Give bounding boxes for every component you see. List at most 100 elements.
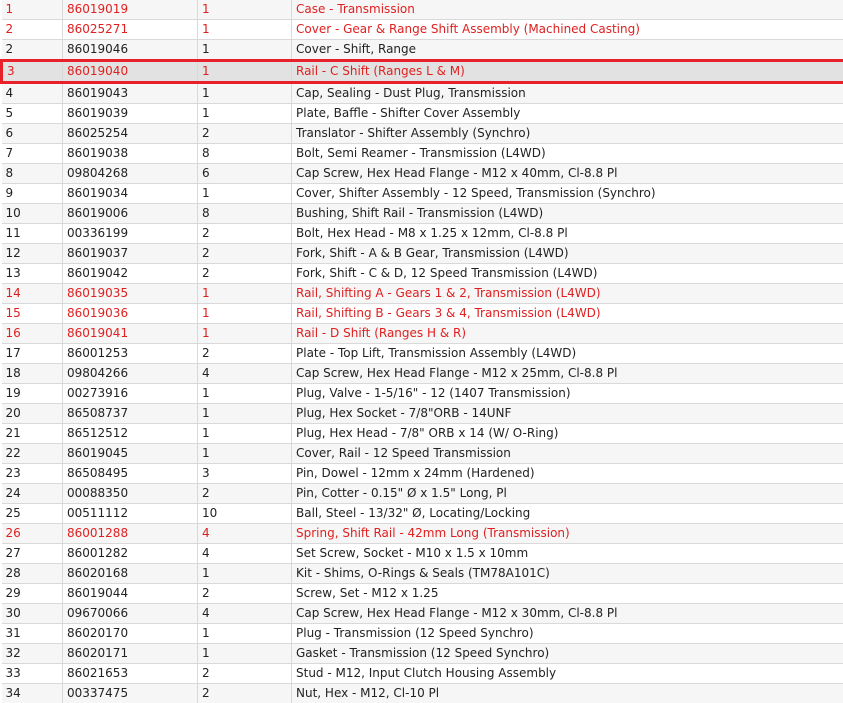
description-cell: Ball, Steel - 13/32" Ø, Locating/Locking — [292, 504, 843, 524]
part-number-cell: 86019037 — [63, 244, 198, 264]
quantity-cell: 1 — [198, 564, 292, 584]
quantity-cell: 1 — [198, 404, 292, 424]
table-row[interactable]: 21865125121Plug, Hex Head - 7/8" ORB x 1… — [2, 424, 843, 444]
part-number-cell: 09804268 — [63, 164, 198, 184]
table-row[interactable]: 30096700664Cap Screw, Hex Head Flange - … — [2, 604, 843, 624]
description-cell: Screw, Set - M12 x 1.25 — [292, 584, 843, 604]
table-row[interactable]: 17860012532Plate - Top Lift, Transmissio… — [2, 344, 843, 364]
parts-list-table: 1860190191Case - Transmission2860252711C… — [0, 0, 843, 703]
quantity-cell: 2 — [198, 484, 292, 504]
ref-number-cell: 26 — [2, 524, 63, 544]
description-cell: Cover, Rail - 12 Speed Transmission — [292, 444, 843, 464]
table-row[interactable]: 6860252542Translator - Shifter Assembly … — [2, 124, 843, 144]
table-row[interactable]: 33860216532Stud - M12, Input Clutch Hous… — [2, 664, 843, 684]
ref-number-cell: 28 — [2, 564, 63, 584]
table-row[interactable]: 23865084953Pin, Dowel - 12mm x 24mm (Har… — [2, 464, 843, 484]
part-number-cell: 86001288 — [63, 524, 198, 544]
table-row[interactable]: 16860190411Rail - D Shift (Ranges H & R) — [2, 324, 843, 344]
part-number-cell: 86019043 — [63, 83, 198, 104]
description-cell: Cap Screw, Hex Head Flange - M12 x 40mm,… — [292, 164, 843, 184]
description-cell: Plate, Baffle - Shifter Cover Assembly — [292, 104, 843, 124]
quantity-cell: 4 — [198, 524, 292, 544]
part-number-cell: 86019038 — [63, 144, 198, 164]
part-number-cell: 86019035 — [63, 284, 198, 304]
quantity-cell: 1 — [198, 444, 292, 464]
ref-number-cell: 31 — [2, 624, 63, 644]
table-row[interactable]: 34003374752Nut, Hex - M12, Cl-10 Pl — [2, 684, 843, 703]
description-cell: Nut, Hex - M12, Cl-10 Pl — [292, 684, 843, 703]
description-cell: Case - Transmission — [292, 0, 843, 20]
table-row[interactable]: 32860201711Gasket - Transmission (12 Spe… — [2, 644, 843, 664]
part-number-cell: 86019041 — [63, 324, 198, 344]
description-cell: Cover - Shift, Range — [292, 40, 843, 61]
quantity-cell: 2 — [198, 584, 292, 604]
part-number-cell: 86512512 — [63, 424, 198, 444]
table-row[interactable]: 10860190068Bushing, Shift Rail - Transmi… — [2, 204, 843, 224]
table-row[interactable]: 1860190191Case - Transmission — [2, 0, 843, 20]
quantity-cell: 1 — [198, 83, 292, 104]
quantity-cell: 6 — [198, 164, 292, 184]
table-row[interactable]: 29860190442Screw, Set - M12 x 1.25 — [2, 584, 843, 604]
quantity-cell: 1 — [198, 184, 292, 204]
description-cell: Rail - C Shift (Ranges L & M) — [292, 61, 843, 83]
quantity-cell: 4 — [198, 364, 292, 384]
table-row[interactable]: 26860012884Spring, Shift Rail - 42mm Lon… — [2, 524, 843, 544]
quantity-cell: 2 — [198, 664, 292, 684]
table-row[interactable]: 9860190341Cover, Shifter Assembly - 12 S… — [2, 184, 843, 204]
ref-number-cell: 2 — [2, 20, 63, 40]
part-number-cell: 86019019 — [63, 0, 198, 20]
table-row[interactable]: 12860190372Fork, Shift - A & B Gear, Tra… — [2, 244, 843, 264]
table-row[interactable]: 24000883502Pin, Cotter - 0.15" Ø x 1.5" … — [2, 484, 843, 504]
table-row[interactable]: 15860190361Rail, Shifting B - Gears 3 & … — [2, 304, 843, 324]
table-row[interactable]: 250051111210Ball, Steel - 13/32" Ø, Loca… — [2, 504, 843, 524]
quantity-cell: 1 — [198, 304, 292, 324]
table-row[interactable]: 4860190431Cap, Sealing - Dust Plug, Tran… — [2, 83, 843, 104]
table-row[interactable]: 7860190388Bolt, Semi Reamer - Transmissi… — [2, 144, 843, 164]
table-row[interactable]: 11003361992Bolt, Hex Head - M8 x 1.25 x … — [2, 224, 843, 244]
table-row[interactable]: 5860190391Plate, Baffle - Shifter Cover … — [2, 104, 843, 124]
part-number-cell: 86020168 — [63, 564, 198, 584]
table-row[interactable]: 18098042664Cap Screw, Hex Head Flange - … — [2, 364, 843, 384]
description-cell: Set Screw, Socket - M10 x 1.5 x 10mm — [292, 544, 843, 564]
quantity-cell: 1 — [198, 61, 292, 83]
quantity-cell: 1 — [198, 384, 292, 404]
part-number-cell: 86001253 — [63, 344, 198, 364]
ref-number-cell: 25 — [2, 504, 63, 524]
table-row[interactable]: 20865087371Plug, Hex Socket - 7/8"ORB - … — [2, 404, 843, 424]
part-number-cell: 00336199 — [63, 224, 198, 244]
ref-number-cell: 8 — [2, 164, 63, 184]
description-cell: Rail, Shifting B - Gears 3 & 4, Transmis… — [292, 304, 843, 324]
ref-number-cell: 6 — [2, 124, 63, 144]
quantity-cell: 1 — [198, 624, 292, 644]
quantity-cell: 4 — [198, 544, 292, 564]
ref-number-cell: 1 — [2, 0, 63, 20]
part-number-cell: 86021653 — [63, 664, 198, 684]
description-cell: Bushing, Shift Rail - Transmission (L4WD… — [292, 204, 843, 224]
table-row[interactable]: 27860012824Set Screw, Socket - M10 x 1.5… — [2, 544, 843, 564]
quantity-cell: 10 — [198, 504, 292, 524]
part-number-cell: 09670066 — [63, 604, 198, 624]
table-row[interactable]: 2860252711Cover - Gear & Range Shift Ass… — [2, 20, 843, 40]
part-number-cell: 00511112 — [63, 504, 198, 524]
quantity-cell: 2 — [198, 344, 292, 364]
ref-number-cell: 23 — [2, 464, 63, 484]
table-row[interactable]: 8098042686Cap Screw, Hex Head Flange - M… — [2, 164, 843, 184]
quantity-cell: 8 — [198, 204, 292, 224]
table-row[interactable]: 2860190461Cover - Shift, Range — [2, 40, 843, 61]
table-row[interactable]: 31860201701Plug - Transmission (12 Speed… — [2, 624, 843, 644]
table-row[interactable]: 19002739161Plug, Valve - 1-5/16" - 12 (1… — [2, 384, 843, 404]
ref-number-cell: 5 — [2, 104, 63, 124]
description-cell: Fork, Shift - C & D, 12 Speed Transmissi… — [292, 264, 843, 284]
description-cell: Fork, Shift - A & B Gear, Transmission (… — [292, 244, 843, 264]
description-cell: Cover - Gear & Range Shift Assembly (Mac… — [292, 20, 843, 40]
table-row[interactable]: 22860190451Cover, Rail - 12 Speed Transm… — [2, 444, 843, 464]
description-cell: Bolt, Hex Head - M8 x 1.25 x 12mm, Cl-8.… — [292, 224, 843, 244]
table-row[interactable]: 28860201681Kit - Shims, O-Rings & Seals … — [2, 564, 843, 584]
quantity-cell: 4 — [198, 604, 292, 624]
part-number-cell: 86019039 — [63, 104, 198, 124]
description-cell: Pin, Cotter - 0.15" Ø x 1.5" Long, Pl — [292, 484, 843, 504]
table-row[interactable]: 3860190401Rail - C Shift (Ranges L & M) — [2, 61, 843, 83]
table-row[interactable]: 13860190422Fork, Shift - C & D, 12 Speed… — [2, 264, 843, 284]
ref-number-cell: 17 — [2, 344, 63, 364]
table-row[interactable]: 14860190351Rail, Shifting A - Gears 1 & … — [2, 284, 843, 304]
